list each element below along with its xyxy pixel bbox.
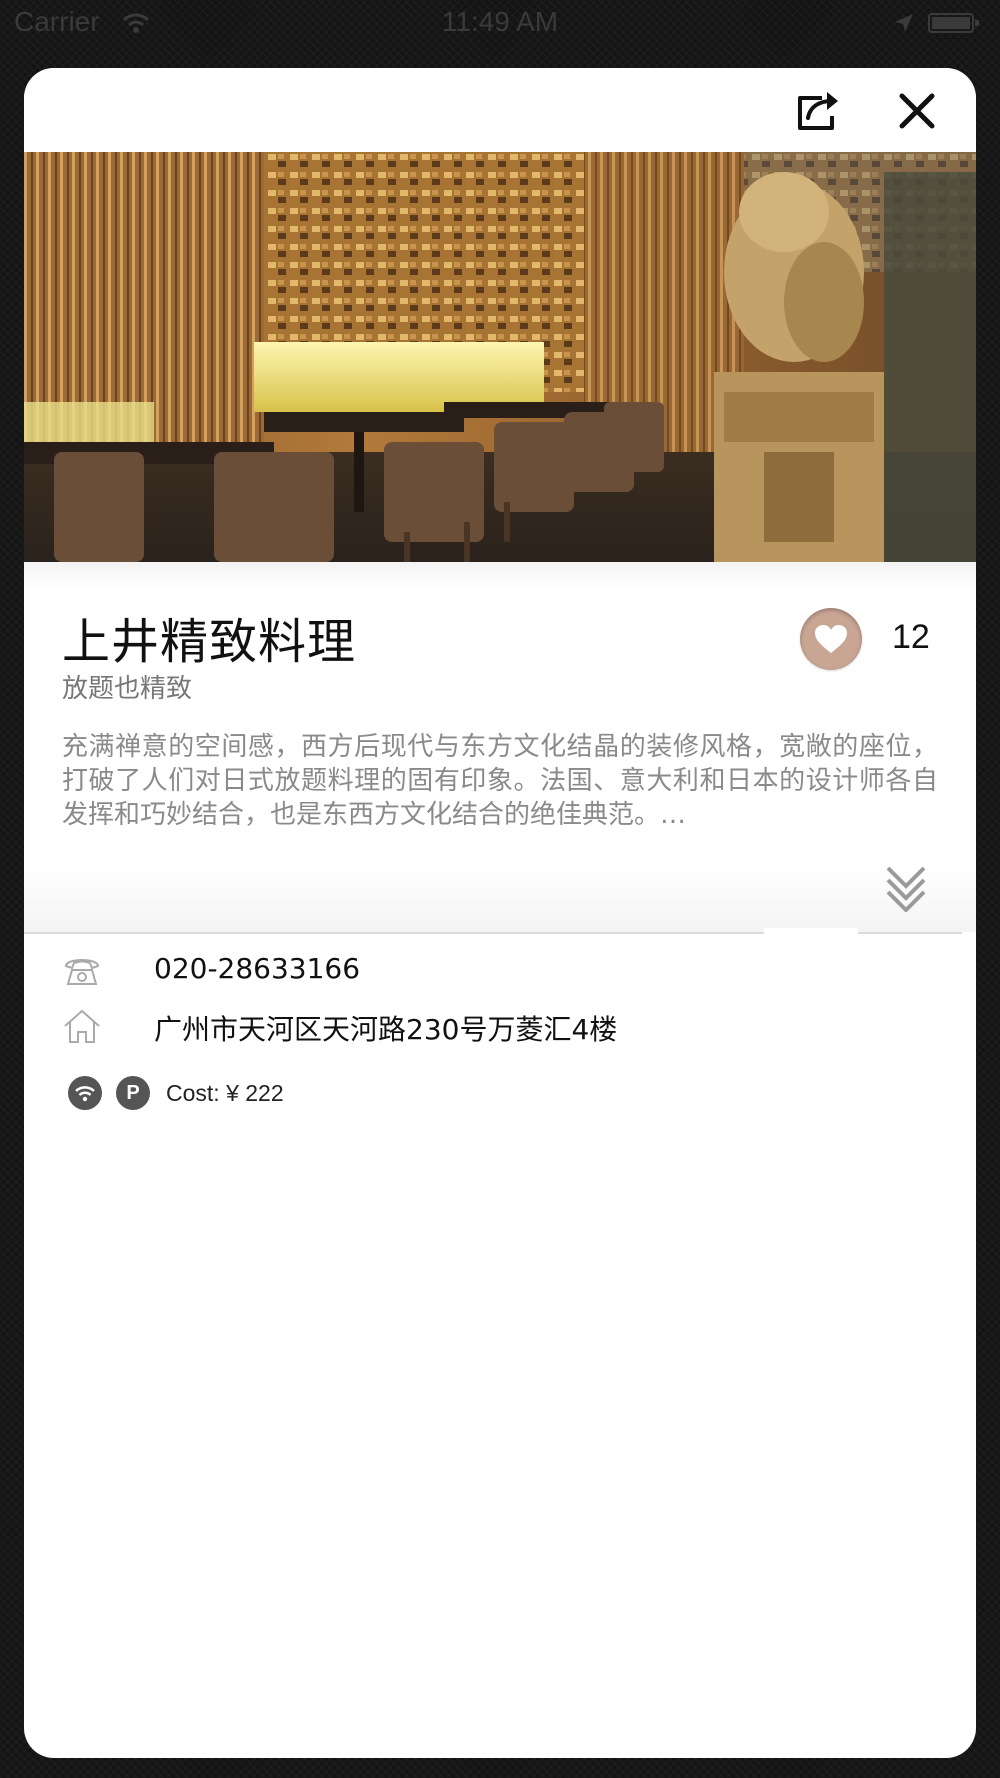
home-icon <box>64 1009 100 1043</box>
restaurant-photo[interactable] <box>24 152 976 562</box>
like-button[interactable] <box>800 608 862 670</box>
heart-icon <box>815 625 847 653</box>
location-arrow-icon <box>895 14 913 32</box>
restaurant-name: 上井精致料理 <box>62 614 357 670</box>
wifi-icon <box>68 1076 102 1110</box>
phone-number[interactable]: 020-28633166 <box>154 952 360 985</box>
card-toolbar <box>24 68 976 152</box>
restaurant-subtitle: 放题也精致 <box>62 674 193 704</box>
status-time: 11:49 AM <box>441 6 559 37</box>
restaurant-interior-image <box>24 152 976 562</box>
expand-chevron-icon[interactable] <box>884 864 928 912</box>
divider-gap <box>764 928 858 936</box>
cost-label: Cost: ¥ 222 <box>166 1080 284 1106</box>
parking-icon: P <box>116 1076 150 1110</box>
address-text[interactable]: 广州市天河区天河路230号万菱汇4楼 <box>154 1008 617 1048</box>
battery-icon <box>928 13 979 33</box>
like-count: 12 <box>892 618 930 656</box>
phone-icon <box>64 959 100 985</box>
close-icon[interactable] <box>896 90 938 132</box>
status-bar: Carrier 11:49 AM <box>0 0 1000 50</box>
restaurant-info: 上井精致料理 放题也精致 12 充满禅意的空间感，西方后现代与东方文化结晶的装修… <box>24 562 976 932</box>
restaurant-description: 充满禅意的空间感，西方后现代与东方文化结晶的装修风格，宽敞的座位，打破了人们对日… <box>62 732 938 830</box>
restaurant-detail-card: 上井精致料理 放题也精致 12 充满禅意的空间感，西方后现代与东方文化结晶的装修… <box>24 68 976 1758</box>
share-icon[interactable] <box>794 88 844 134</box>
